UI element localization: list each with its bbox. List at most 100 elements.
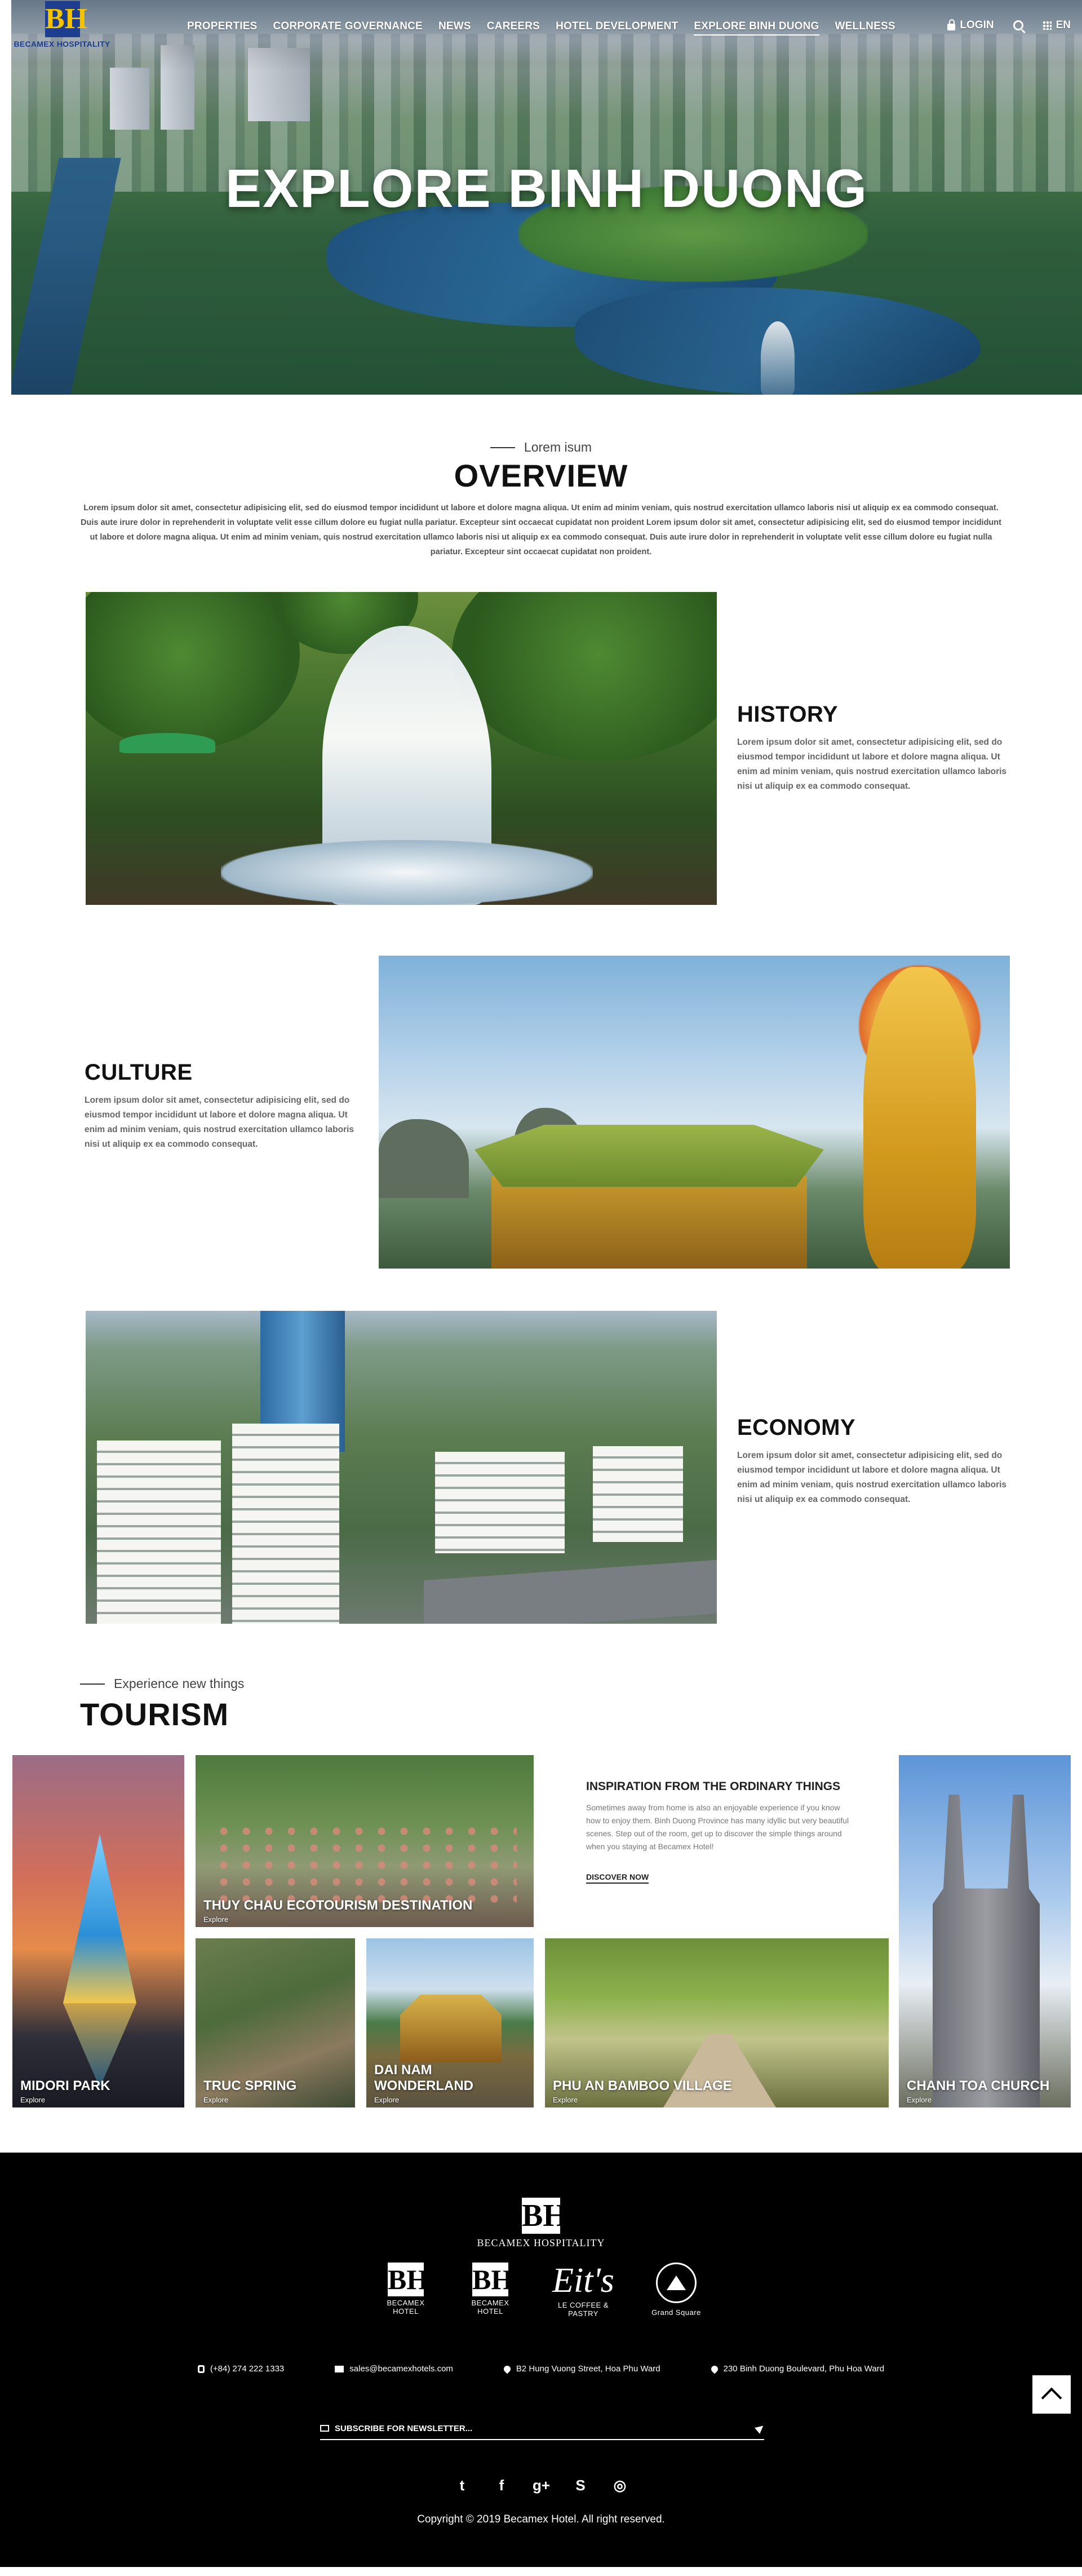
nav-item-hotel-development[interactable]: HOTEL DEVELOPMENT (556, 20, 678, 36)
tourism-section: Experience new things TOURISM MIDORI PAR… (0, 1676, 1082, 2107)
tourism-grid: MIDORI PARK Explore THUY CHAU ECOTOURISM… (0, 1755, 1082, 2107)
tile-chanh-toa-church[interactable]: CHANH TOA CHURCH Explore (899, 1755, 1071, 2107)
nav-menu: PROPERTIES CORPORATE GOVERNANCE NEWS CAR… (187, 20, 911, 36)
main-nav: BH BECAMEX HOSPITALITY PROPERTIES CORPOR… (11, 0, 1082, 51)
tile-explore-link[interactable]: Explore (20, 2096, 45, 2104)
facebook-icon[interactable]: f (493, 2477, 510, 2494)
image-temple-roof (475, 1125, 824, 1187)
nav-item-careers[interactable]: CAREERS (487, 20, 540, 36)
nav-item-wellness[interactable]: WELLNESS (835, 20, 895, 36)
tile-midori-park[interactable]: MIDORI PARK Explore (12, 1755, 184, 2107)
image-tree (86, 592, 300, 750)
economy-text: Lorem ipsum dolor sit amet, consectetur … (737, 1451, 1007, 1504)
footer-logo-mark: BH (522, 2198, 567, 2234)
footer-logo[interactable]: BH BECAMEX HOSPITALITY (0, 2198, 1082, 2249)
tile-title: THUY CHAU ECOTOURISM DESTINATION (203, 1898, 473, 1913)
history-text-block: HISTORY Lorem ipsum dolor sit amet, cons… (737, 702, 1008, 794)
tile-truc-spring[interactable]: TRUC SPRING Explore (196, 1938, 355, 2107)
overview-title: OVERVIEW (454, 458, 628, 493)
image-tree (452, 592, 717, 761)
culture-title: CULTURE (85, 1060, 193, 1085)
map-pin-icon (502, 2364, 512, 2374)
nav-item-explore-binh-duong[interactable]: EXPLORE BINH DUONG (694, 20, 819, 36)
tile-title: TRUC SPRING (203, 2078, 297, 2093)
address-text: 230 Binh Duong Boulevard, Phu Hoa Ward (723, 2364, 885, 2374)
brand-eits[interactable]: Eit's LE COFFEE & PASTRY (544, 2263, 623, 2318)
map-pin-icon (709, 2364, 720, 2374)
overview-eyebrow-text: Lorem isum (524, 440, 592, 454)
login-label: LOGIN (960, 19, 994, 31)
image-umbrella (119, 733, 215, 753)
nav-item-news[interactable]: NEWS (438, 20, 471, 36)
lock-icon (947, 19, 956, 30)
newsletter-input[interactable] (335, 2423, 756, 2433)
brand-becamex-hotel-2[interactable]: BH BECAMEX HOTEL (459, 2263, 521, 2318)
tile-explore-link[interactable]: Explore (907, 2096, 932, 2104)
inspiration-title: INSPIRATION FROM THE ORDINARY THINGS (586, 1780, 841, 1793)
discover-now-link[interactable]: DISCOVER NOW (586, 1872, 649, 1884)
culture-text: Lorem ipsum dolor sit amet, consectetur … (85, 1095, 354, 1149)
chevron-up-icon (1041, 2387, 1062, 2409)
history-text: Lorem ipsum dolor sit amet, consectetur … (737, 737, 1007, 791)
nav-item-corporate-governance[interactable]: CORPORATE GOVERNANCE (273, 20, 422, 36)
brand-list: BH BECAMEX HOTEL BH BECAMEX HOTEL Eit's … (0, 2263, 1082, 2318)
image-rock (379, 1119, 469, 1198)
search-button[interactable] (1013, 20, 1023, 30)
tourism-eyebrow: Experience new things (80, 1676, 244, 1691)
tile-title: MIDORI PARK (20, 2078, 110, 2093)
twitter-icon[interactable]: t (454, 2477, 471, 2494)
eyebrow-line (490, 447, 515, 448)
tile-explore-link[interactable]: Explore (374, 2096, 399, 2104)
contact-address-2: 230 Binh Duong Boulevard, Phu Hoa Ward (709, 2364, 885, 2374)
image-building (593, 1446, 683, 1542)
logo-mark: BH (45, 1, 87, 37)
culture-text-block: CULTURE Lorem ipsum dolor sit amet, cons… (85, 1060, 355, 1152)
hero-title: EXPLORE BINH DUONG (225, 158, 868, 219)
brand-label: BECAMEX HOTEL (387, 2299, 425, 2316)
contact-email[interactable]: sales@becamexhotels.com (335, 2364, 453, 2374)
search-icon (1013, 20, 1023, 30)
tile-explore-link[interactable]: Explore (203, 1915, 228, 1924)
tourism-title: TOURISM (80, 1696, 229, 1732)
image-apartment (97, 1441, 221, 1624)
tile-explore-link[interactable]: Explore (553, 2096, 578, 2104)
economy-section: ECONOMY Lorem ipsum dolor sit amet, cons… (0, 1311, 1082, 1627)
tile-phu-an-bamboo-village[interactable]: PHU AN BAMBOO VILLAGE Explore (545, 1938, 889, 2107)
language-button[interactable]: EN (1042, 19, 1071, 32)
login-button[interactable]: LOGIN (947, 19, 994, 32)
image-reflection (63, 2003, 136, 2088)
tile-dai-nam-wonderland[interactable]: DAI NAM WONDERLAND Explore (366, 1938, 534, 2107)
back-to-top-button[interactable] (1032, 2375, 1071, 2414)
tourism-heading: Experience new things TOURISM (0, 1676, 1082, 1733)
skype-icon[interactable]: S (572, 2477, 589, 2494)
image-path (663, 2034, 776, 2107)
google-plus-icon[interactable]: g+ (533, 2477, 550, 2494)
footer-logo-name: BECAMEX HOSPITALITY (477, 2237, 605, 2248)
tourism-eyebrow-text: Experience new things (114, 1676, 245, 1691)
nav-item-properties[interactable]: PROPERTIES (187, 20, 257, 36)
brand-logo[interactable]: BH BECAMEX HOSPITALITY (11, 0, 113, 54)
tile-title: PHU AN BAMBOO VILLAGE (553, 2078, 732, 2093)
address-text: B2 Hung Vuong Street, Hoa Phu Ward (516, 2364, 660, 2374)
tile-title: DAI NAM WONDERLAND (374, 2062, 473, 2093)
send-icon[interactable] (755, 2423, 766, 2434)
inspiration-card: INSPIRATION FROM THE ORDINARY THINGS Som… (564, 1755, 879, 1927)
brand-becamex-hotel-1[interactable]: BH BECAMEX HOTEL (375, 2263, 437, 2318)
image-road (424, 1559, 717, 1624)
image-church (933, 1795, 1040, 2107)
grand-square-logo-icon (656, 2263, 697, 2303)
tile-explore-link[interactable]: Explore (203, 2096, 228, 2104)
image-temple-hall (491, 1176, 807, 1269)
tile-title: CHANH TOA CHURCH (907, 2078, 1050, 2093)
contact-phone[interactable]: (+84) 274 222 1333 (197, 2364, 284, 2374)
history-section: HISTORY Lorem ipsum dolor sit amet, cons… (0, 592, 1082, 908)
newsletter-form (320, 2418, 766, 2440)
brand-grand-square[interactable]: Grand Square (645, 2263, 707, 2318)
instagram-icon[interactable]: ◎ (611, 2477, 628, 2494)
grid-icon (1042, 21, 1052, 30)
economy-image (86, 1311, 717, 1624)
nav-utilities: LOGIN EN (947, 19, 1071, 32)
tile-thuy-chau[interactable]: THUY CHAU ECOTOURISM DESTINATION Explore (196, 1755, 534, 1927)
overview-text: Lorem ipsum dolor sit amet, consectetur … (81, 503, 1001, 556)
footer: BH BECAMEX HOSPITALITY BH BECAMEX HOTEL … (0, 2153, 1082, 2567)
